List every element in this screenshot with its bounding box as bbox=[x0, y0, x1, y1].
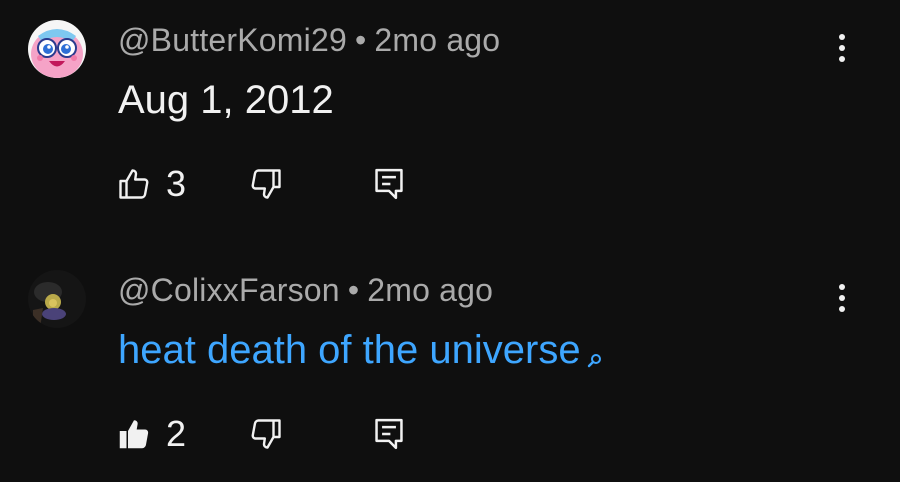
comment-meta: @ColixxFarson • 2mo ago bbox=[118, 272, 493, 309]
comment-time[interactable]: 2mo ago bbox=[367, 272, 493, 308]
thumbs-up-outline-icon bbox=[119, 169, 149, 199]
like-button[interactable]: 3 bbox=[116, 160, 186, 208]
reply-comment-icon bbox=[375, 168, 403, 200]
reply-button[interactable] bbox=[372, 410, 406, 458]
comment-text: Aug 1, 2012 bbox=[118, 78, 334, 122]
dark-photo-avatar-icon bbox=[28, 270, 86, 328]
reply-comment-icon bbox=[375, 418, 403, 450]
thumbs-down-outline-icon bbox=[251, 169, 281, 199]
thumbs-up-filled-icon bbox=[119, 420, 149, 449]
more-options-button[interactable] bbox=[826, 280, 858, 316]
reply-button[interactable] bbox=[372, 160, 406, 208]
kebab-menu-icon bbox=[839, 34, 845, 62]
avatar[interactable] bbox=[28, 270, 86, 328]
comment-actions: 3 bbox=[0, 160, 900, 208]
like-count: 3 bbox=[166, 163, 187, 204]
thumbs-down-outline-icon bbox=[251, 419, 281, 449]
meta-separator: • bbox=[354, 22, 367, 58]
like-button[interactable]: 2 bbox=[116, 410, 186, 458]
comment-search-link[interactable]: heat death of the universe bbox=[118, 328, 603, 379]
dislike-button[interactable] bbox=[248, 410, 284, 458]
author-handle[interactable]: @ColixxFarson bbox=[118, 272, 340, 308]
kebab-menu-icon bbox=[839, 284, 845, 312]
pink-cartoon-avatar-icon bbox=[28, 20, 86, 78]
meta-separator: • bbox=[347, 272, 360, 308]
more-options-button[interactable] bbox=[826, 30, 858, 66]
search-icon bbox=[587, 334, 603, 379]
comment-text: heat death of the universe bbox=[118, 328, 581, 372]
author-handle[interactable]: @ButterKomi29 bbox=[118, 22, 347, 58]
avatar[interactable] bbox=[28, 20, 86, 78]
comment-meta: @ButterKomi29 • 2mo ago bbox=[118, 22, 500, 59]
comment-actions: 2 bbox=[0, 410, 900, 458]
comment-time[interactable]: 2mo ago bbox=[374, 22, 500, 58]
dislike-button[interactable] bbox=[248, 160, 284, 208]
like-count: 2 bbox=[166, 413, 187, 454]
